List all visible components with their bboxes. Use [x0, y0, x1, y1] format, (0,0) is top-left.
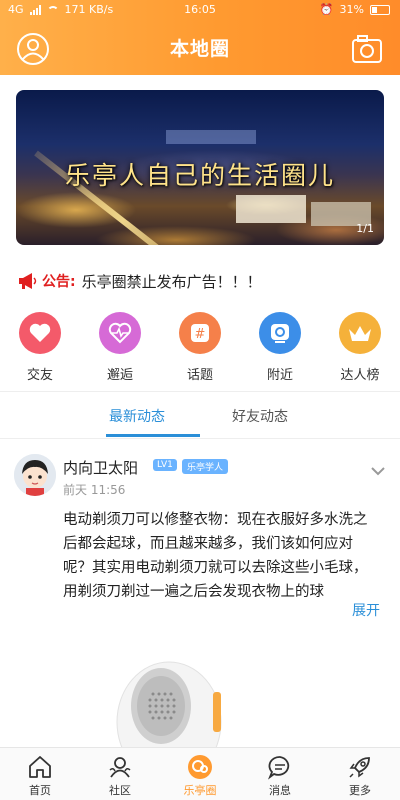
announcement-label: 公告:	[42, 274, 76, 290]
heart-icon	[19, 312, 61, 354]
role-badge: 乐亭学人	[182, 459, 229, 474]
post-time: 前天 11:56	[63, 483, 126, 497]
banner-carousel[interactable]: 乐亭人自己的生活圈儿 1/1	[16, 90, 384, 245]
camera-button[interactable]	[350, 32, 384, 66]
nav-messages[interactable]: 消息	[240, 748, 320, 800]
category-friends[interactable]: 交友	[0, 312, 80, 384]
announcement-text: 乐亭圈禁止发布广告！！！	[81, 272, 262, 291]
chevron-down-icon	[371, 467, 385, 476]
announcement-bar[interactable]: 公告: 乐亭圈禁止发布广告！！！	[18, 270, 262, 292]
hashtag-icon: #	[179, 312, 221, 354]
post-menu-button[interactable]	[370, 462, 386, 476]
nav-more[interactable]: 更多	[320, 748, 400, 800]
svg-text:#: #	[195, 327, 206, 342]
feed-tabs: 最新动态 好友动态	[0, 394, 400, 438]
post-image[interactable]	[113, 642, 223, 747]
nav-community[interactable]: 社区	[80, 748, 160, 800]
alarm-icon: ⏰	[319, 3, 334, 16]
level-badge: LV1	[153, 459, 177, 471]
banner-page-indicator: 1/1	[356, 222, 374, 235]
bottom-nav: 首页 社区 乐亭圈 消息 更多	[0, 747, 400, 800]
tab-friends[interactable]: 好友动态	[232, 406, 288, 426]
status-bar: 4G 171 KB/s 16:05 ⏰ 31%	[0, 0, 400, 20]
crown-icon	[339, 312, 381, 354]
category-ranking[interactable]: 达人榜	[320, 312, 400, 384]
divider	[0, 391, 400, 392]
community-icon	[106, 753, 134, 781]
location-icon	[259, 312, 301, 354]
active-tab-indicator	[106, 434, 200, 437]
avatar[interactable]	[14, 454, 56, 496]
feed-post[interactable]: 内向卫太阳 LV1 乐亭学人 前天 11:56 电动剃须刀可以修整衣物：现在衣服…	[0, 442, 400, 747]
nav-circle[interactable]: 乐亭圈	[160, 748, 240, 800]
home-icon	[26, 753, 54, 781]
top-bar: 4G 171 KB/s 16:05 ⏰ 31% 本地圈	[0, 0, 400, 75]
banner-caption: 乐亭人自己的生活圈儿	[64, 161, 335, 190]
tab-latest[interactable]: 最新动态	[109, 406, 165, 426]
post-content: 电动剃须刀可以修整衣物：现在衣服好多水洗之后都会起球，而且越来越多，我们该如何应…	[63, 512, 368, 600]
battery-icon	[370, 5, 390, 15]
nav-home[interactable]: 首页	[0, 748, 80, 800]
category-topics[interactable]: # 话题	[160, 312, 240, 384]
divider	[0, 438, 400, 439]
category-row: 交友 邂逅 # 话题 附近 达人榜	[0, 312, 400, 384]
expand-link[interactable]: 展开	[352, 600, 380, 620]
camera-icon	[352, 35, 382, 63]
message-icon	[266, 753, 294, 781]
rocket-icon	[346, 753, 374, 781]
megaphone-icon	[19, 273, 37, 289]
category-nearby[interactable]: 附近	[240, 312, 320, 384]
category-encounter[interactable]: 邂逅	[80, 312, 160, 384]
circle-icon	[186, 753, 214, 781]
battery-percent: 31%	[339, 3, 364, 16]
page-title: 本地圈	[169, 38, 230, 60]
heartbeat-icon	[99, 312, 141, 354]
post-username[interactable]: 内向卫太阳	[63, 457, 138, 478]
